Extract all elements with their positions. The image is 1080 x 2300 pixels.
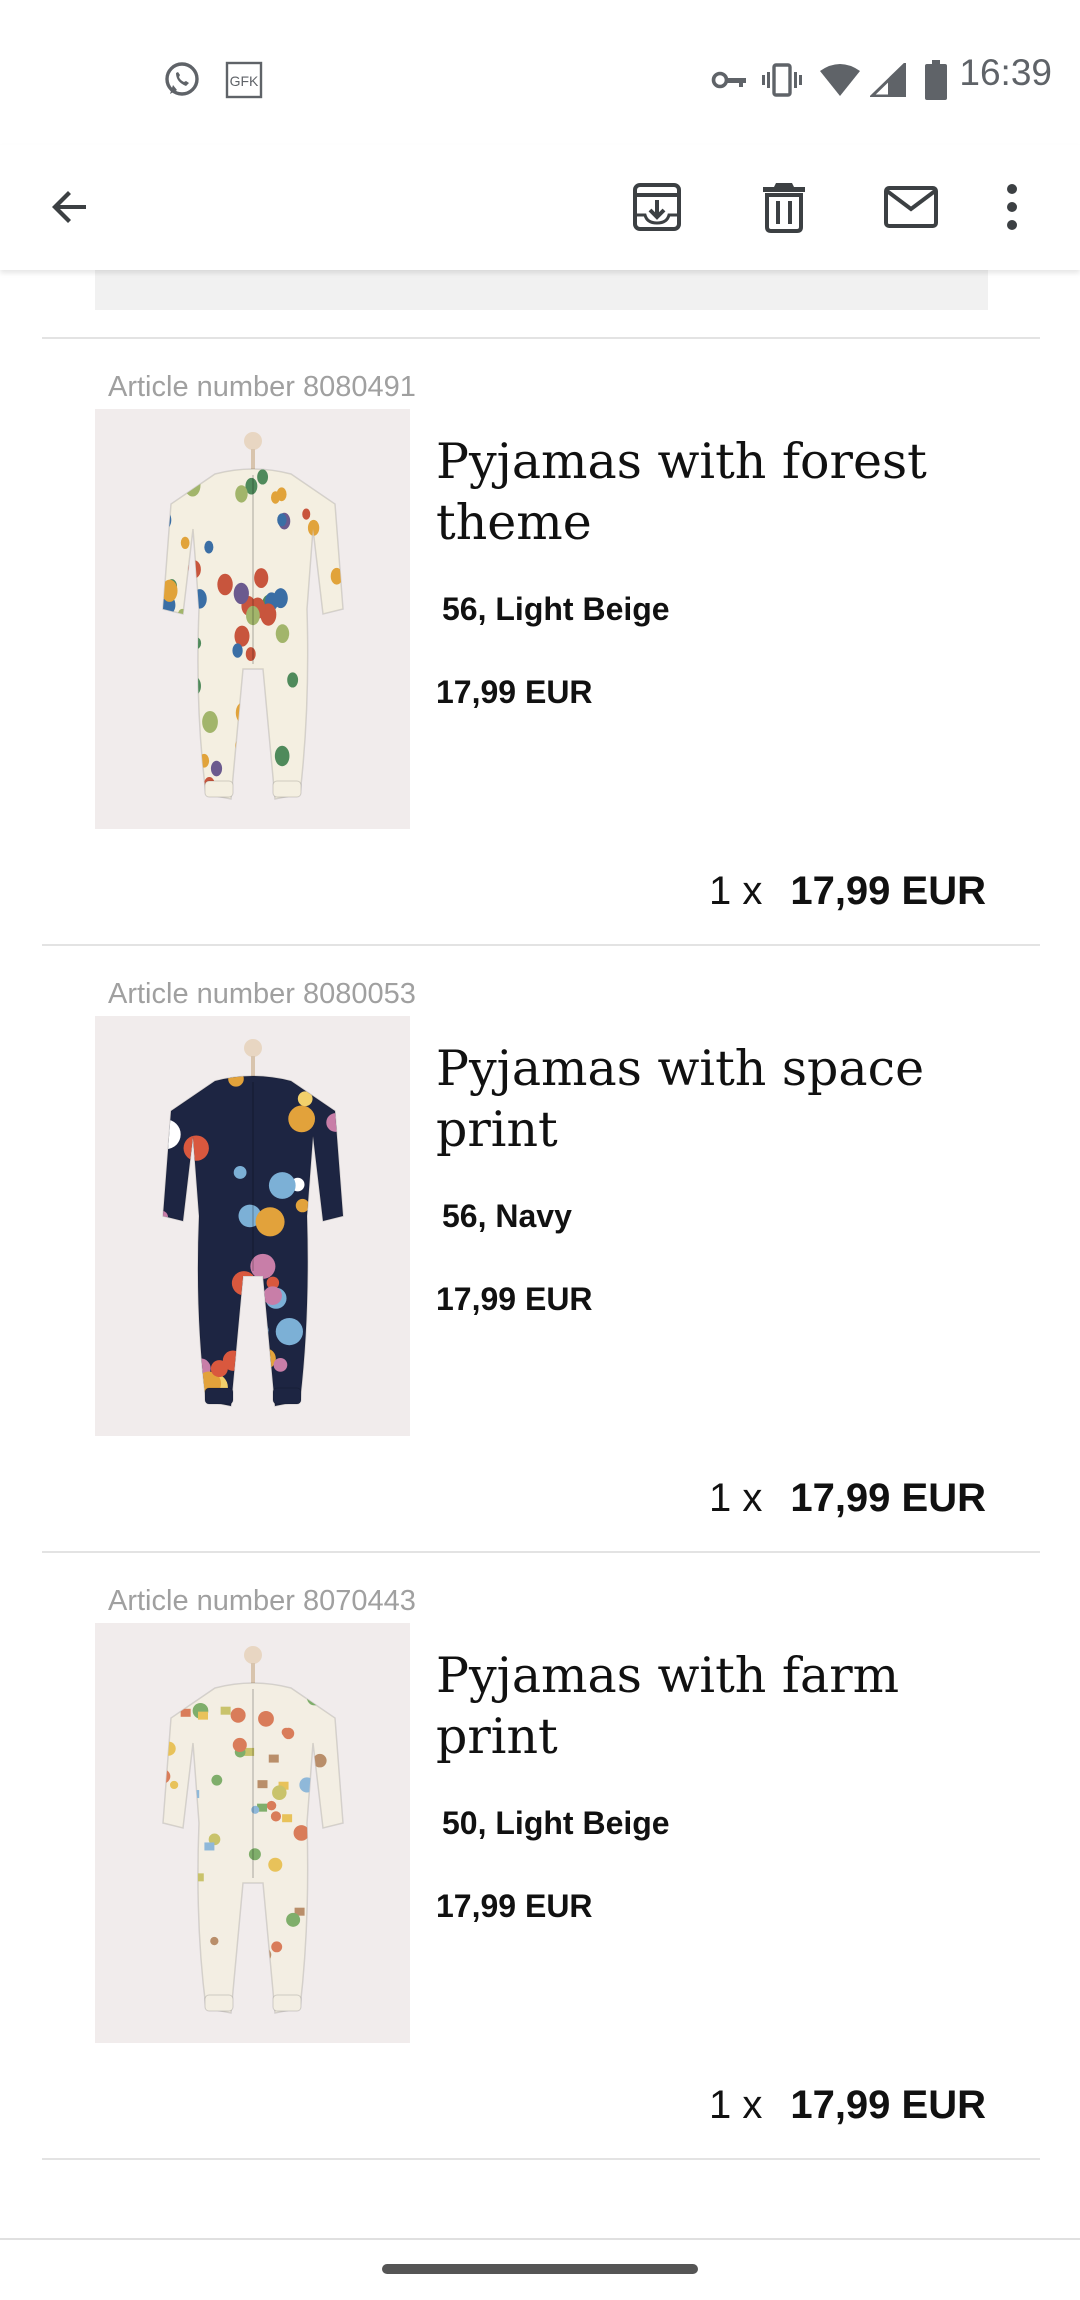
product-image[interactable] <box>95 1016 410 1436</box>
home-indicator[interactable] <box>382 2264 698 2274</box>
line-total: 17,99 EUR <box>790 1476 986 1520</box>
product-card[interactable]: Article number 8070443 Pyjamas with farm… <box>0 1553 1080 2160</box>
battery-icon <box>922 58 950 102</box>
archive-icon <box>633 183 681 231</box>
whatsapp-icon <box>160 58 204 102</box>
delete-icon <box>763 183 805 233</box>
divider <box>42 2158 1040 2160</box>
quantity: 1 x <box>708 2083 763 2127</box>
vpn-key-icon <box>710 58 750 102</box>
product-variant: 50, Light Beige <box>442 1805 670 1841</box>
product-variant: 56, Navy <box>442 1198 572 1234</box>
nav-bar-divider <box>0 2238 1080 2240</box>
more-vert-icon <box>1007 184 1017 230</box>
product-card[interactable]: Article number 8080053 Pyjamas with spac… <box>0 946 1080 1553</box>
product-name[interactable]: Pyjamas with forest theme <box>436 431 996 553</box>
mark-unread-button[interactable] <box>871 167 951 247</box>
delete-button[interactable] <box>744 167 824 247</box>
mark-unread-icon <box>884 186 938 228</box>
pyjama-illustration <box>162 1646 344 2014</box>
unit-price: 17,99 EUR <box>436 1281 593 1317</box>
email-toolbar <box>0 145 1080 270</box>
more-options-button[interactable] <box>982 167 1042 247</box>
article-number: Article number 8070443 <box>108 1585 416 1617</box>
quantity: 1 x <box>708 1476 763 1520</box>
product-variant: 56, Light Beige <box>442 591 670 627</box>
quantity-total: 1 x 17,99 EUR <box>709 2083 986 2128</box>
quantity: 1 x <box>708 869 763 913</box>
article-number: Article number 8080491 <box>108 371 416 403</box>
wifi-icon <box>818 58 862 102</box>
unit-price: 17,99 EUR <box>436 674 593 710</box>
previous-content-block <box>95 270 988 310</box>
back-button[interactable] <box>30 167 110 247</box>
gfk-label: GFK <box>230 73 259 89</box>
product-name[interactable]: Pyjamas with farm print <box>436 1645 996 1767</box>
product-card[interactable]: Article number 8080491 Pyjamas with fore… <box>0 339 1080 946</box>
gfk-icon: GFK <box>224 58 264 102</box>
line-total: 17,99 EUR <box>790 869 986 913</box>
product-image[interactable] <box>95 409 410 829</box>
status-bar: GFK 16:39 <box>0 0 1080 160</box>
quantity-total: 1 x 17,99 EUR <box>709 869 986 914</box>
archive-button[interactable] <box>617 167 697 247</box>
back-arrow-icon <box>52 191 86 223</box>
vibrate-icon <box>760 58 804 102</box>
unit-price: 17,99 EUR <box>436 1888 593 1924</box>
article-number: Article number 8080053 <box>108 978 416 1010</box>
pyjama-illustration <box>162 1039 344 1407</box>
signal-icon <box>868 58 908 102</box>
quantity-total: 1 x 17,99 EUR <box>709 1476 986 1521</box>
line-total: 17,99 EUR <box>790 2083 986 2127</box>
status-time: 16:39 <box>959 52 1052 93</box>
pyjama-illustration <box>162 432 344 800</box>
product-name[interactable]: Pyjamas with space print <box>436 1038 996 1160</box>
product-image[interactable] <box>95 1623 410 2043</box>
